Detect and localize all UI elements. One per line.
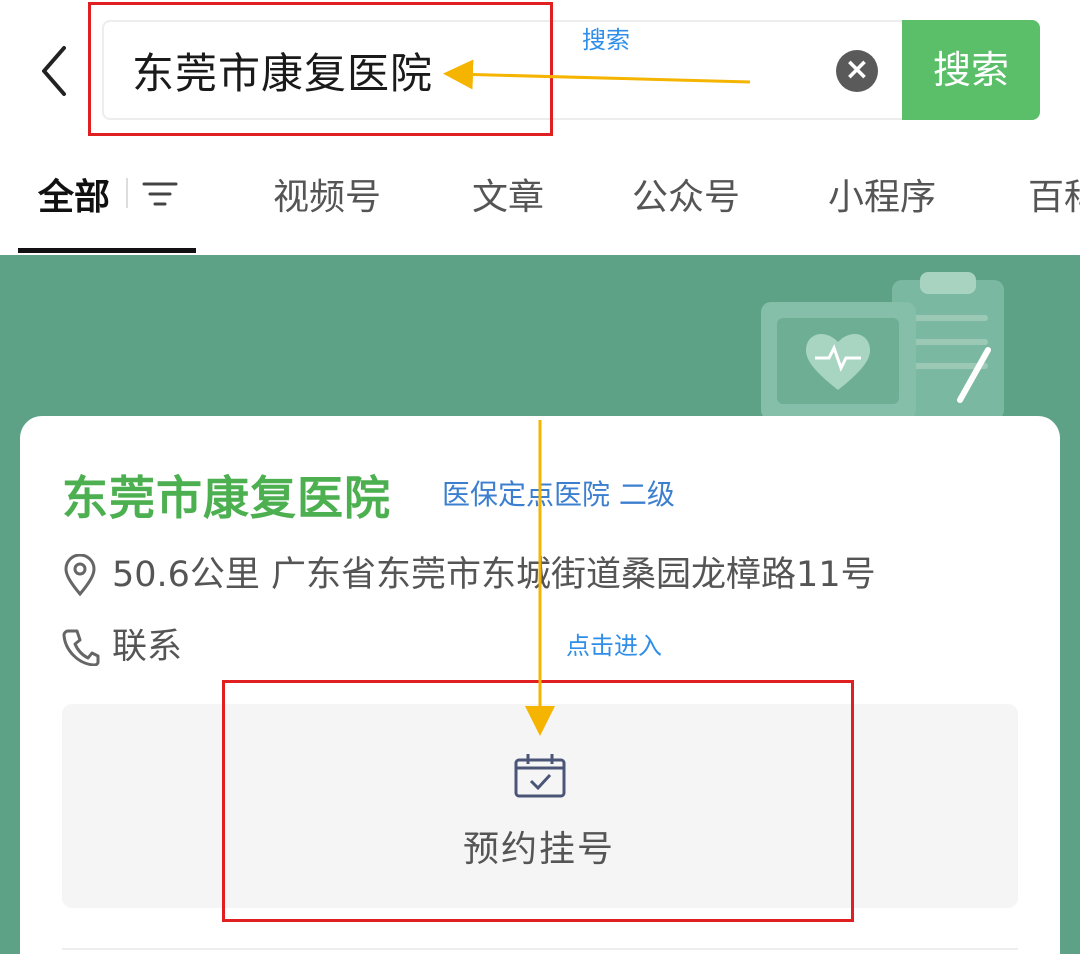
tab-channels[interactable]: 视频号 [273, 168, 381, 220]
annotation-search-box [88, 2, 553, 136]
tab-official-accounts[interactable]: 公众号 [632, 168, 740, 220]
phone-icon [62, 629, 100, 666]
hospital-tag: 医保定点医院 二级 [442, 478, 675, 511]
result-tabs: 全部 视频号 文章 公众号 小程序 百科 [0, 150, 1080, 255]
tab-all[interactable]: 全部 [38, 168, 110, 220]
tab-articles[interactable]: 文章 [472, 168, 544, 220]
active-tab-indicator [18, 248, 196, 253]
back-button[interactable] [30, 40, 80, 102]
location-pin-icon [64, 554, 96, 596]
tab-separator [126, 178, 128, 208]
search-results-page: 东莞市康复医院 × 搜索 全部 视频号 文章 公众号 小程序 百科 东莞市康复医… [0, 0, 1080, 954]
search-button[interactable]: 搜索 [902, 20, 1040, 120]
tab-mini-programs[interactable]: 小程序 [828, 168, 936, 220]
hospital-name[interactable]: 东莞市康复医院 [62, 462, 391, 528]
filter-icon[interactable] [140, 176, 180, 212]
back-chevron-icon [42, 46, 66, 96]
annotation-enter-note: 点击进入 [566, 632, 662, 660]
contact-label: 联系 [112, 627, 183, 667]
annotation-booking-box [222, 680, 854, 922]
card-divider [62, 948, 1018, 950]
medical-clipboard-icon [761, 272, 1004, 420]
annotation-search-note: 搜索 [582, 26, 630, 54]
clear-icon[interactable]: × [836, 50, 878, 92]
address-text: 50.6公里 广东省东莞市东城街道桑园龙樟路11号 [112, 555, 876, 595]
tab-baike[interactable]: 百科 [1028, 168, 1080, 220]
